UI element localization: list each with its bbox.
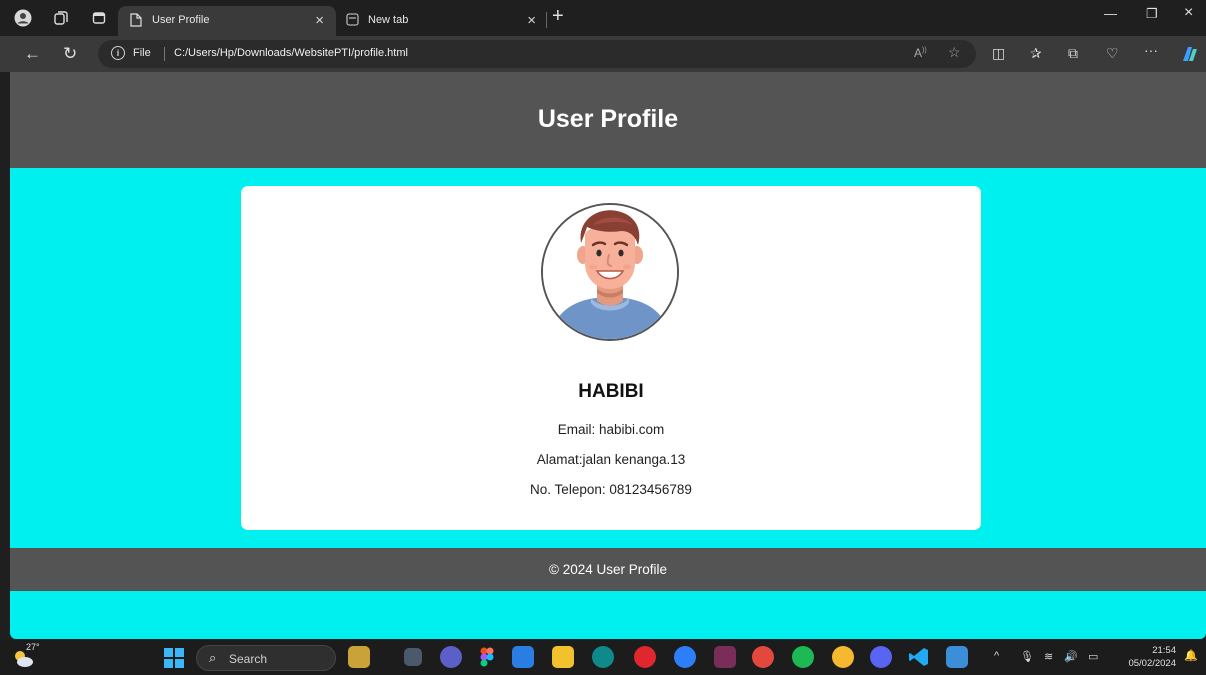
footer-copyright: © 2024 User Profile — [549, 562, 667, 577]
split-screen-icon[interactable]: ◫ — [992, 45, 1005, 62]
microphone-icon[interactable]: 🎙 — [1020, 650, 1034, 663]
opera-icon[interactable] — [634, 646, 656, 668]
volume-icon[interactable]: 🔊 — [1064, 650, 1078, 663]
clock-time: 21:54 — [1152, 645, 1176, 656]
taskbar: 27° ⌕ Search ^ 🎙 ≋ 🔊 ▭ 21:54 05/02/2024 … — [0, 640, 1206, 675]
profile-phone: No. Telepon: 08123456789 — [530, 482, 692, 497]
windows-start-icon[interactable] — [164, 648, 184, 673]
teams-chat-icon[interactable] — [440, 646, 462, 668]
microsoft-store-icon[interactable] — [512, 646, 534, 668]
browser-window: User Profile × New tab × + — ❐ × ← ↻ i F… — [0, 0, 1206, 640]
site-footer: © 2024 User Profile — [10, 548, 1206, 591]
widgets-app-icon[interactable] — [348, 646, 370, 668]
browser-essentials-icon[interactable]: ♡ — [1106, 45, 1119, 62]
address-bar[interactable]: i File C:/Users/Hp/Downloads/WebsitePTI/… — [98, 40, 976, 68]
tab-new-tab[interactable]: New tab × — [334, 6, 548, 36]
copilot-icon[interactable] — [1180, 44, 1200, 69]
new-tab-page-icon — [346, 13, 359, 27]
clock[interactable]: 21:54 05/02/2024 — [1118, 644, 1176, 670]
wps-office-icon[interactable] — [752, 646, 774, 668]
minimize-button[interactable]: — — [1104, 6, 1117, 21]
taskbar-search[interactable]: ⌕ Search — [196, 645, 336, 671]
navigation-bar: ← ↻ i File C:/Users/Hp/Downloads/Website… — [0, 36, 1206, 72]
search-icon: ⌕ — [209, 650, 217, 665]
page-icon — [130, 13, 142, 27]
back-arrow-icon[interactable]: ← — [24, 44, 41, 64]
url-text[interactable]: C:/Users/Hp/Downloads/WebsitePTI/profile… — [174, 47, 408, 59]
tab-strip: User Profile × New tab × + — ❐ × — [0, 0, 1206, 36]
weather-temperature: 27° — [26, 642, 40, 652]
page-title: User Profile — [537, 105, 679, 133]
profile-email: Email: habibi.com — [557, 422, 665, 437]
profile-avatar-icon[interactable] — [14, 9, 32, 27]
info-icon[interactable]: i — [111, 46, 125, 60]
browser-app-icon[interactable] — [674, 646, 696, 668]
read-aloud-icon[interactable]: A)) — [914, 46, 927, 60]
clock-date: 05/02/2024 — [1128, 658, 1176, 669]
profile-address: Alamat:jalan kenanga.13 — [536, 452, 686, 467]
spotify-icon[interactable] — [792, 646, 814, 668]
tab-label: New tab — [368, 14, 409, 26]
more-icon[interactable]: ··· — [1144, 42, 1158, 58]
task-view-icon[interactable] — [404, 648, 422, 666]
chrome-icon[interactable] — [832, 646, 854, 668]
scheme-label: File — [133, 47, 151, 59]
file-explorer-icon[interactable] — [552, 646, 574, 668]
wifi-icon[interactable]: ≋ — [1044, 650, 1053, 663]
chevron-up-icon[interactable]: ^ — [994, 650, 999, 662]
vscode-icon[interactable] — [908, 646, 930, 668]
edge-browser-icon[interactable] — [592, 646, 614, 668]
site-header: User Profile — [10, 72, 1206, 168]
favorite-star-icon[interactable]: ☆ — [948, 44, 961, 61]
tab-divider — [546, 12, 547, 28]
workspaces-icon[interactable] — [52, 9, 70, 27]
close-icon[interactable]: × — [315, 12, 324, 29]
figma-icon[interactable] — [476, 646, 498, 668]
search-label: Search — [229, 652, 268, 666]
refresh-icon[interactable]: ↻ — [63, 44, 77, 64]
new-tab-button[interactable]: + — [552, 5, 564, 28]
close-icon[interactable]: × — [527, 12, 536, 29]
collections-icon[interactable]: ⧉ — [1068, 45, 1078, 62]
discord-icon[interactable] — [870, 646, 892, 668]
profile-card: HABIBI Email: habibi.com Alamat:jalan ke… — [241, 186, 981, 530]
avatar — [541, 203, 679, 341]
tab-label: User Profile — [152, 14, 210, 26]
tab-user-profile[interactable]: User Profile × — [118, 6, 336, 36]
photos-icon[interactable] — [946, 646, 968, 668]
restore-button[interactable]: ❐ — [1146, 6, 1158, 22]
tab-actions-icon[interactable] — [90, 9, 108, 27]
app-icon[interactable] — [714, 646, 736, 668]
address-divider — [164, 47, 165, 61]
profile-name: HABIBI — [578, 381, 644, 402]
favorites-icon[interactable]: ✰ — [1030, 45, 1042, 62]
page-viewport: User Profile HABIBI Email: habibi.com Al… — [10, 72, 1206, 639]
avatar-illustration — [543, 205, 677, 339]
window-close-button[interactable]: × — [1184, 4, 1193, 22]
notification-bell-icon[interactable]: 🔔 — [1184, 649, 1198, 662]
battery-icon[interactable]: ▭ — [1088, 650, 1098, 663]
